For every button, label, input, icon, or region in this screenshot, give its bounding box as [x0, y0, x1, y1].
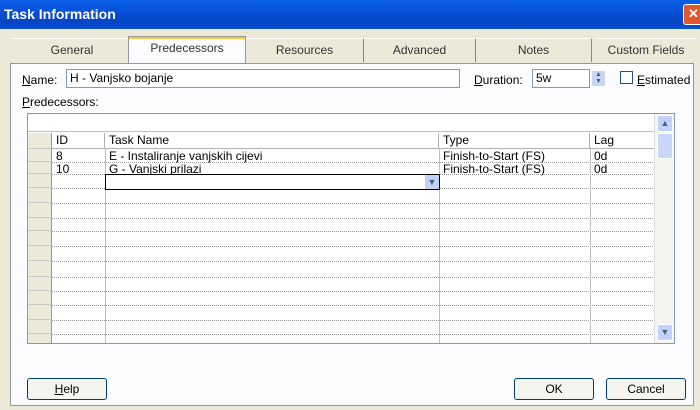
column-header-lag[interactable]: Lag [590, 133, 655, 149]
row-header[interactable] [28, 203, 52, 218]
cell-id[interactable]: 8 [52, 149, 105, 163]
grid-line [52, 291, 655, 292]
scroll-thumb[interactable] [657, 133, 673, 159]
column-header-type[interactable]: Type [439, 133, 590, 149]
ok-button[interactable]: OK [514, 378, 594, 400]
column-header-task-name[interactable]: Task Name [105, 133, 439, 149]
row-header[interactable] [28, 261, 52, 277]
cancel-button[interactable]: Cancel [606, 378, 686, 400]
tab-label: General [50, 43, 94, 57]
tab-label: Custom Fields [607, 43, 685, 57]
tab-custom-fields[interactable]: Custom Fields [596, 38, 696, 62]
tab-notes[interactable]: Notes [476, 38, 592, 62]
window-title: Task Information [4, 6, 116, 22]
duration-stepper[interactable]: ▲ ▼ [591, 70, 606, 87]
tab-predecessors[interactable]: Predecessors [128, 36, 246, 64]
grid-line [52, 320, 655, 321]
row-header[interactable] [28, 334, 52, 343]
predecessors-label: Predecessors: [22, 95, 99, 109]
close-button[interactable]: ✕ [683, 4, 700, 25]
row-header[interactable] [28, 320, 52, 334]
column-header-id[interactable]: ID [52, 133, 105, 149]
name-value: H - Vanjsko bojanje [70, 71, 174, 85]
grid-line [52, 246, 655, 247]
grid-line [52, 231, 655, 232]
help-button[interactable]: Help [27, 378, 107, 400]
row-header[interactable] [28, 149, 52, 162]
row-header[interactable] [28, 231, 52, 246]
row-header[interactable] [28, 277, 52, 291]
estimated-label: Estimated [637, 73, 691, 87]
scroll-up-icon: ▲ [660, 118, 670, 128]
dropdown-arrow-button[interactable]: ▼ [424, 175, 439, 189]
spin-up-icon: ▲ [595, 71, 602, 78]
tab-general[interactable]: General [12, 38, 133, 62]
tab-label: Predecessors [150, 41, 224, 55]
grid-line [52, 218, 655, 219]
cell-type[interactable]: Finish-to-Start (FS) [439, 162, 590, 176]
grid-line [52, 203, 655, 204]
tab-label: Notes [517, 43, 550, 57]
cell-id[interactable]: 10 [52, 162, 105, 176]
grid-line [52, 261, 655, 262]
row-header[interactable] [28, 162, 52, 174]
tab-resources[interactable]: Resources [246, 38, 364, 62]
cell-edit-bar[interactable] [28, 114, 655, 132]
close-icon: ✕ [688, 6, 699, 21]
cell-task-name[interactable]: E - Instaliranje vanjskih cijevi [105, 149, 439, 163]
spin-down-icon: ▼ [595, 78, 602, 85]
cell-type[interactable]: Finish-to-Start (FS) [439, 149, 590, 163]
estimated-checkbox[interactable] [620, 71, 633, 84]
vertical-scrollbar[interactable]: ▲ ▼ [654, 114, 674, 343]
chevron-down-icon: ▼ [427, 177, 437, 187]
grid-line [52, 305, 655, 306]
tab-advanced[interactable]: Advanced [364, 38, 476, 62]
name-label: Name: [22, 73, 58, 87]
duration-field[interactable]: 5w [532, 69, 590, 88]
tab-label: Advanced [392, 43, 447, 57]
tab-label: Resources [275, 43, 334, 57]
row-header[interactable] [28, 188, 52, 203]
row-header[interactable] [28, 305, 52, 320]
task-name-dropdown[interactable]: ▼ [105, 174, 440, 190]
row-header[interactable] [28, 246, 52, 261]
row-header[interactable] [28, 218, 52, 231]
scroll-down-icon: ▼ [660, 327, 670, 337]
title-bar: Task Information [0, 0, 700, 29]
scroll-down-button[interactable]: ▼ [657, 324, 673, 341]
grid-line [52, 334, 655, 335]
corner-cell [28, 133, 52, 149]
cell-lag[interactable]: 0d [590, 162, 655, 176]
row-header[interactable] [28, 174, 52, 188]
grid-line [590, 149, 591, 343]
grid-line [52, 277, 655, 278]
cell-lag[interactable]: 0d [590, 149, 655, 163]
row-header[interactable] [28, 291, 52, 305]
name-field[interactable]: H - Vanjsko bojanje [66, 69, 460, 88]
duration-value: 5w [536, 71, 552, 85]
duration-label: Duration: [474, 73, 523, 87]
predecessors-table: ID Task Name Type Lag 8 E - Instaliranje… [27, 113, 675, 344]
scroll-up-button[interactable]: ▲ [657, 115, 673, 132]
